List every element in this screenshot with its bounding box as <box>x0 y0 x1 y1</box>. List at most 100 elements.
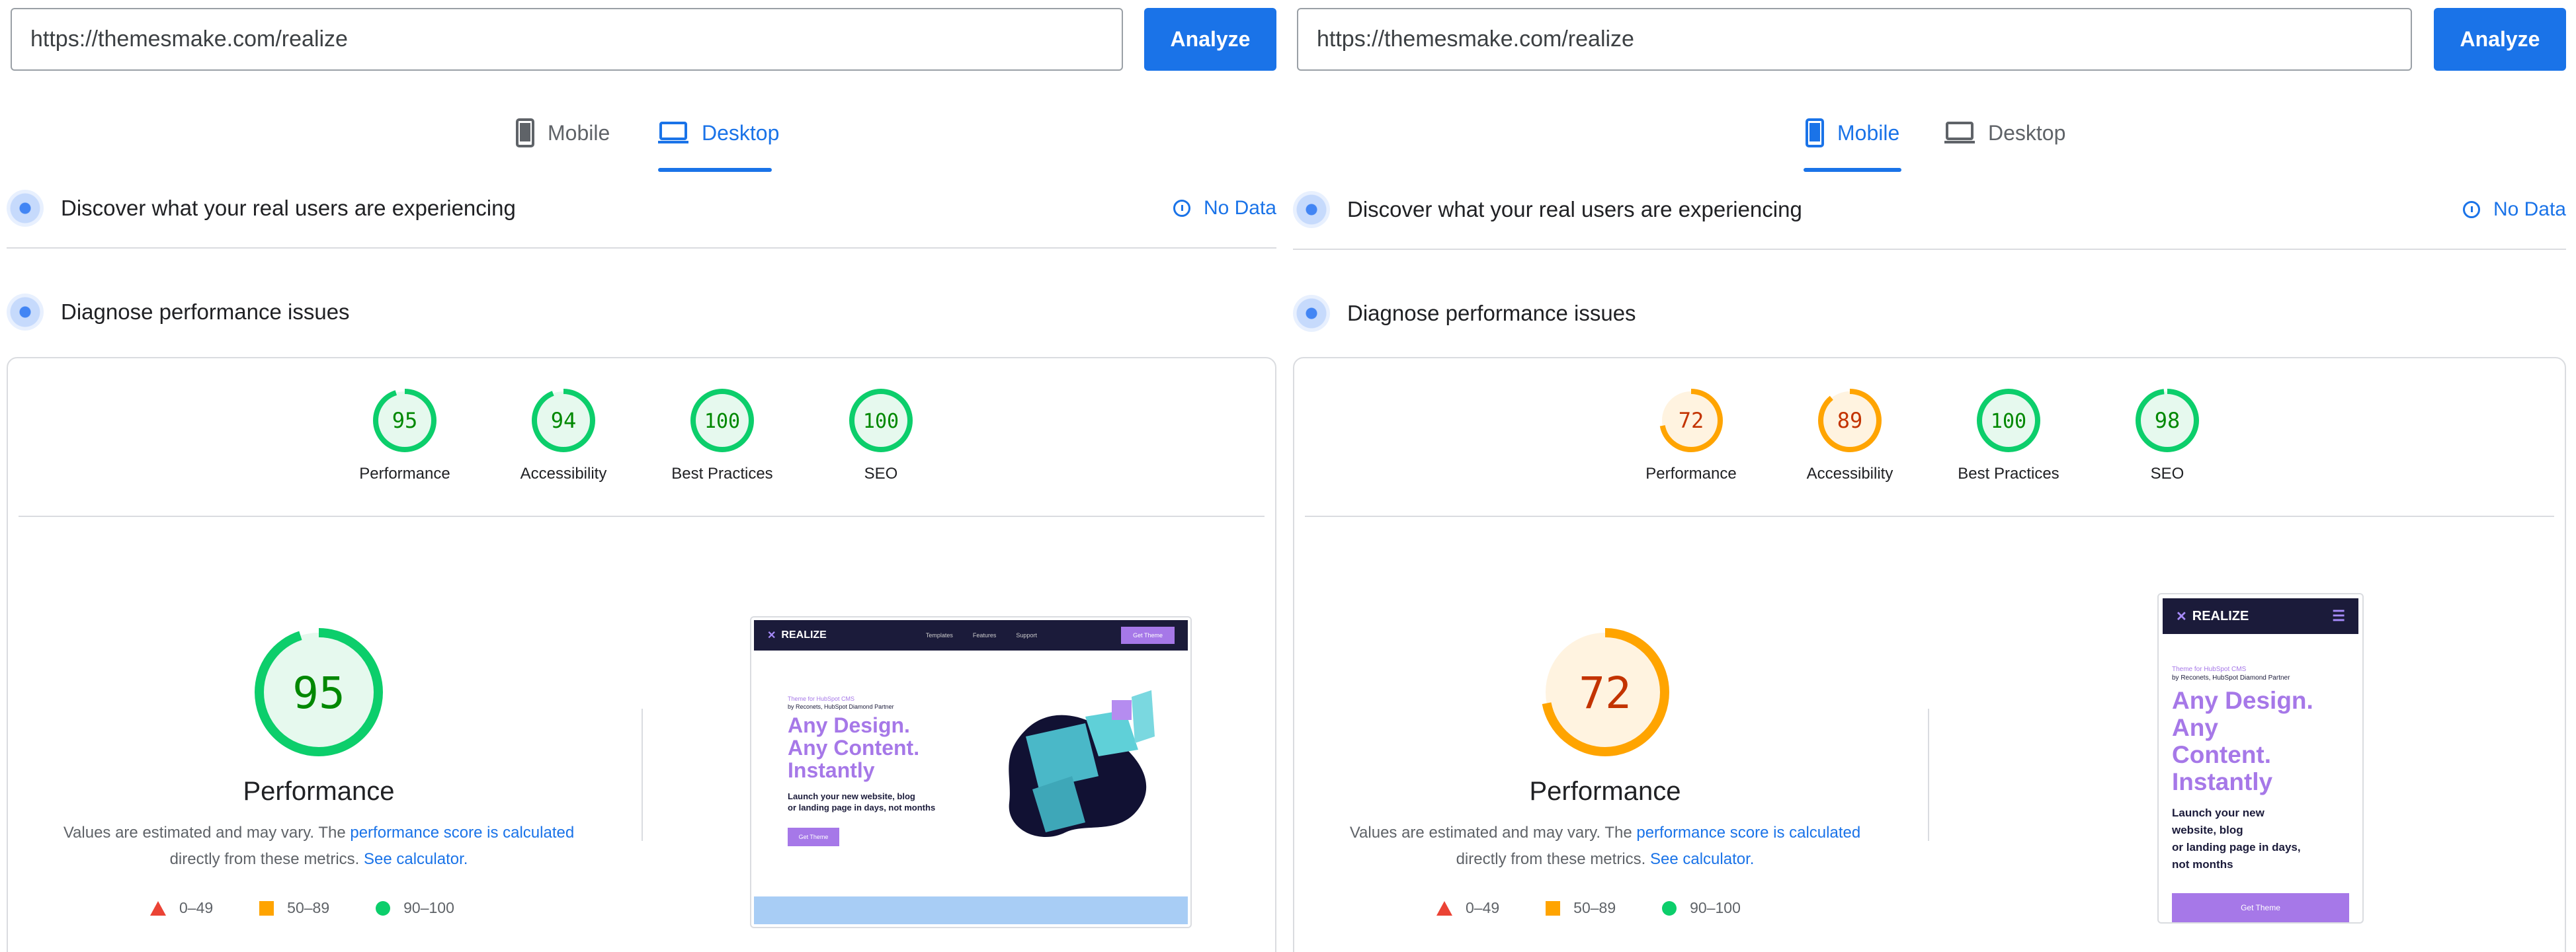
final-screenshot-mobile[interactable]: ✕ REALIZE ☰ Theme for HubSpot CMS by Rec… <box>2157 593 2364 924</box>
big-gauge-value: 72 <box>1579 668 1631 719</box>
vertical-divider <box>1928 709 1929 841</box>
info-icon <box>1173 200 1190 217</box>
legend-pass: 90–100 <box>1662 899 1741 917</box>
gauge-performance[interactable]: 72 Performance <box>1612 388 1770 483</box>
gauge-value: 100 <box>704 410 740 433</box>
legend-fail: 0–49 <box>150 899 213 917</box>
no-data-status[interactable]: No Data <box>2462 198 2566 221</box>
preview-headline: Any Design. Any Content. Instantly <box>2172 687 2313 795</box>
gauge-seo[interactable]: 98 SEO <box>2088 388 2247 483</box>
mobile-icon <box>1806 118 1824 147</box>
gauge-value: 98 <box>2155 408 2181 433</box>
info-icon <box>2462 201 2480 218</box>
gauge-best-practices[interactable]: 100 Best Practices <box>1929 388 2088 483</box>
users-icon <box>1293 191 1330 228</box>
desktop-icon <box>1944 122 1975 143</box>
gauge-label: Performance <box>1645 465 1737 483</box>
preview-nav: ✕ REALIZE ☰ <box>2163 598 2358 634</box>
performance-summary: 95 Performance Values are estimated and … <box>63 626 574 873</box>
active-tab-indicator <box>1804 168 1901 172</box>
gauge-seo[interactable]: 100 SEO <box>802 388 960 483</box>
gauge-label: SEO <box>2150 465 2184 483</box>
square-icon <box>1546 900 1561 916</box>
tab-mobile[interactable]: Mobile <box>516 106 610 160</box>
no-data-status[interactable]: No Data <box>1173 197 1276 219</box>
gauge-value: 100 <box>863 410 899 433</box>
gauge-ring: 95 <box>373 389 436 452</box>
legend-average: 50–89 <box>1546 899 1616 917</box>
gauge-ring: 89 <box>1818 389 1882 452</box>
score-legend: 0–49 50–89 90–100 <box>150 899 454 917</box>
score-gauges: 72 Performance 89 Accessibility 100 Best… <box>1294 388 2565 487</box>
url-input[interactable] <box>11 8 1123 71</box>
hamburger-icon: ☰ <box>2332 608 2345 624</box>
triangle-icon <box>1436 900 1452 916</box>
gauge-best-practices[interactable]: 100 Best Practices <box>643 388 802 483</box>
gauge-ring: 100 <box>1977 389 2040 452</box>
mobile-icon <box>516 118 534 147</box>
report-panel-mobile: Analyze Mobile Desktop Discover what you… <box>1293 0 2566 952</box>
gauge-label: Accessibility <box>1806 465 1893 483</box>
gauge-ring: 94 <box>532 389 595 452</box>
field-data-title: Discover what your real users are experi… <box>61 196 516 220</box>
gauge-label: SEO <box>864 465 898 483</box>
lab-data-title: Diagnose performance issues <box>1347 301 1636 325</box>
gauge-label: Best Practices <box>671 465 773 483</box>
preview-footer-band <box>754 896 1188 924</box>
big-gauge-label: Performance <box>243 777 395 806</box>
tab-desktop-label: Desktop <box>702 120 780 145</box>
logo-icon: ✕ <box>2176 609 2187 624</box>
tab-desktop-label: Desktop <box>1988 120 2066 145</box>
analyze-button[interactable]: Analyze <box>2434 8 2566 71</box>
final-screenshot-desktop[interactable]: ✕ REALIZE Templates Features Support Get… <box>750 616 1192 928</box>
gauge-ring: 100 <box>849 389 913 452</box>
gauge-value: 95 <box>392 408 418 433</box>
tab-mobile[interactable]: Mobile <box>1806 106 1899 160</box>
gauge-value: 89 <box>1837 408 1863 433</box>
field-data-title: Discover what your real users are experi… <box>1347 197 1802 221</box>
big-gauge: 95 <box>255 628 383 756</box>
square-icon <box>259 900 274 916</box>
tab-desktop[interactable]: Desktop <box>658 106 779 160</box>
no-data-label: No Data <box>1203 197 1276 219</box>
card-divider <box>19 516 1265 517</box>
circle-icon <box>376 900 391 916</box>
see-calculator-link[interactable]: See calculator. <box>364 850 468 868</box>
score-calculated-link[interactable]: performance score is calculated <box>350 824 574 842</box>
performance-summary: 72 Performance Values are estimated and … <box>1350 626 1860 873</box>
gauge-value: 94 <box>551 408 577 433</box>
legend-fail: 0–49 <box>1436 899 1499 917</box>
score-gauges: 95 Performance 94 Accessibility 100 Best… <box>8 388 1275 487</box>
gauge-accessibility[interactable]: 94 Accessibility <box>484 388 643 483</box>
url-row: Analyze <box>1297 8 2566 71</box>
tab-desktop[interactable]: Desktop <box>1944 106 2065 160</box>
gauge-label: Accessibility <box>520 465 607 483</box>
tab-mobile-label: Mobile <box>548 120 610 145</box>
no-data-label: No Data <box>2493 198 2566 220</box>
device-tabs: Mobile Desktop <box>7 106 1276 172</box>
gauge-label: Best Practices <box>1958 465 2059 483</box>
big-gauge-value: 95 <box>292 668 345 719</box>
see-calculator-link[interactable]: See calculator. <box>1650 850 1754 868</box>
users-icon <box>7 190 44 227</box>
diagnose-icon <box>1293 295 1330 332</box>
score-calculated-link[interactable]: performance score is calculated <box>1636 824 1860 842</box>
preview-illustration <box>1009 690 1155 838</box>
analyze-button[interactable]: Analyze <box>1144 8 1276 71</box>
report-panel-desktop: Analyze Mobile Desktop Discover what you… <box>7 0 1276 952</box>
diagnose-icon <box>7 294 44 331</box>
gauge-ring: 98 <box>2136 389 2199 452</box>
preview-nav: ✕ REALIZE Templates Features Support Get… <box>754 620 1188 651</box>
field-data-section: Discover what your real users are experi… <box>7 182 1276 235</box>
legend-pass: 90–100 <box>376 899 454 917</box>
gauge-performance[interactable]: 95 Performance <box>325 388 484 483</box>
big-gauge: 72 <box>1541 628 1669 756</box>
url-input[interactable] <box>1297 8 2412 71</box>
lab-data-title: Diagnose performance issues <box>61 299 350 324</box>
gauge-ring: 72 <box>1659 389 1723 452</box>
gauge-accessibility[interactable]: 89 Accessibility <box>1770 388 1929 483</box>
gauge-label: Performance <box>359 465 450 483</box>
section-divider <box>1293 249 2566 250</box>
score-description: Values are estimated and may vary. The p… <box>63 824 575 868</box>
section-divider <box>7 247 1276 249</box>
